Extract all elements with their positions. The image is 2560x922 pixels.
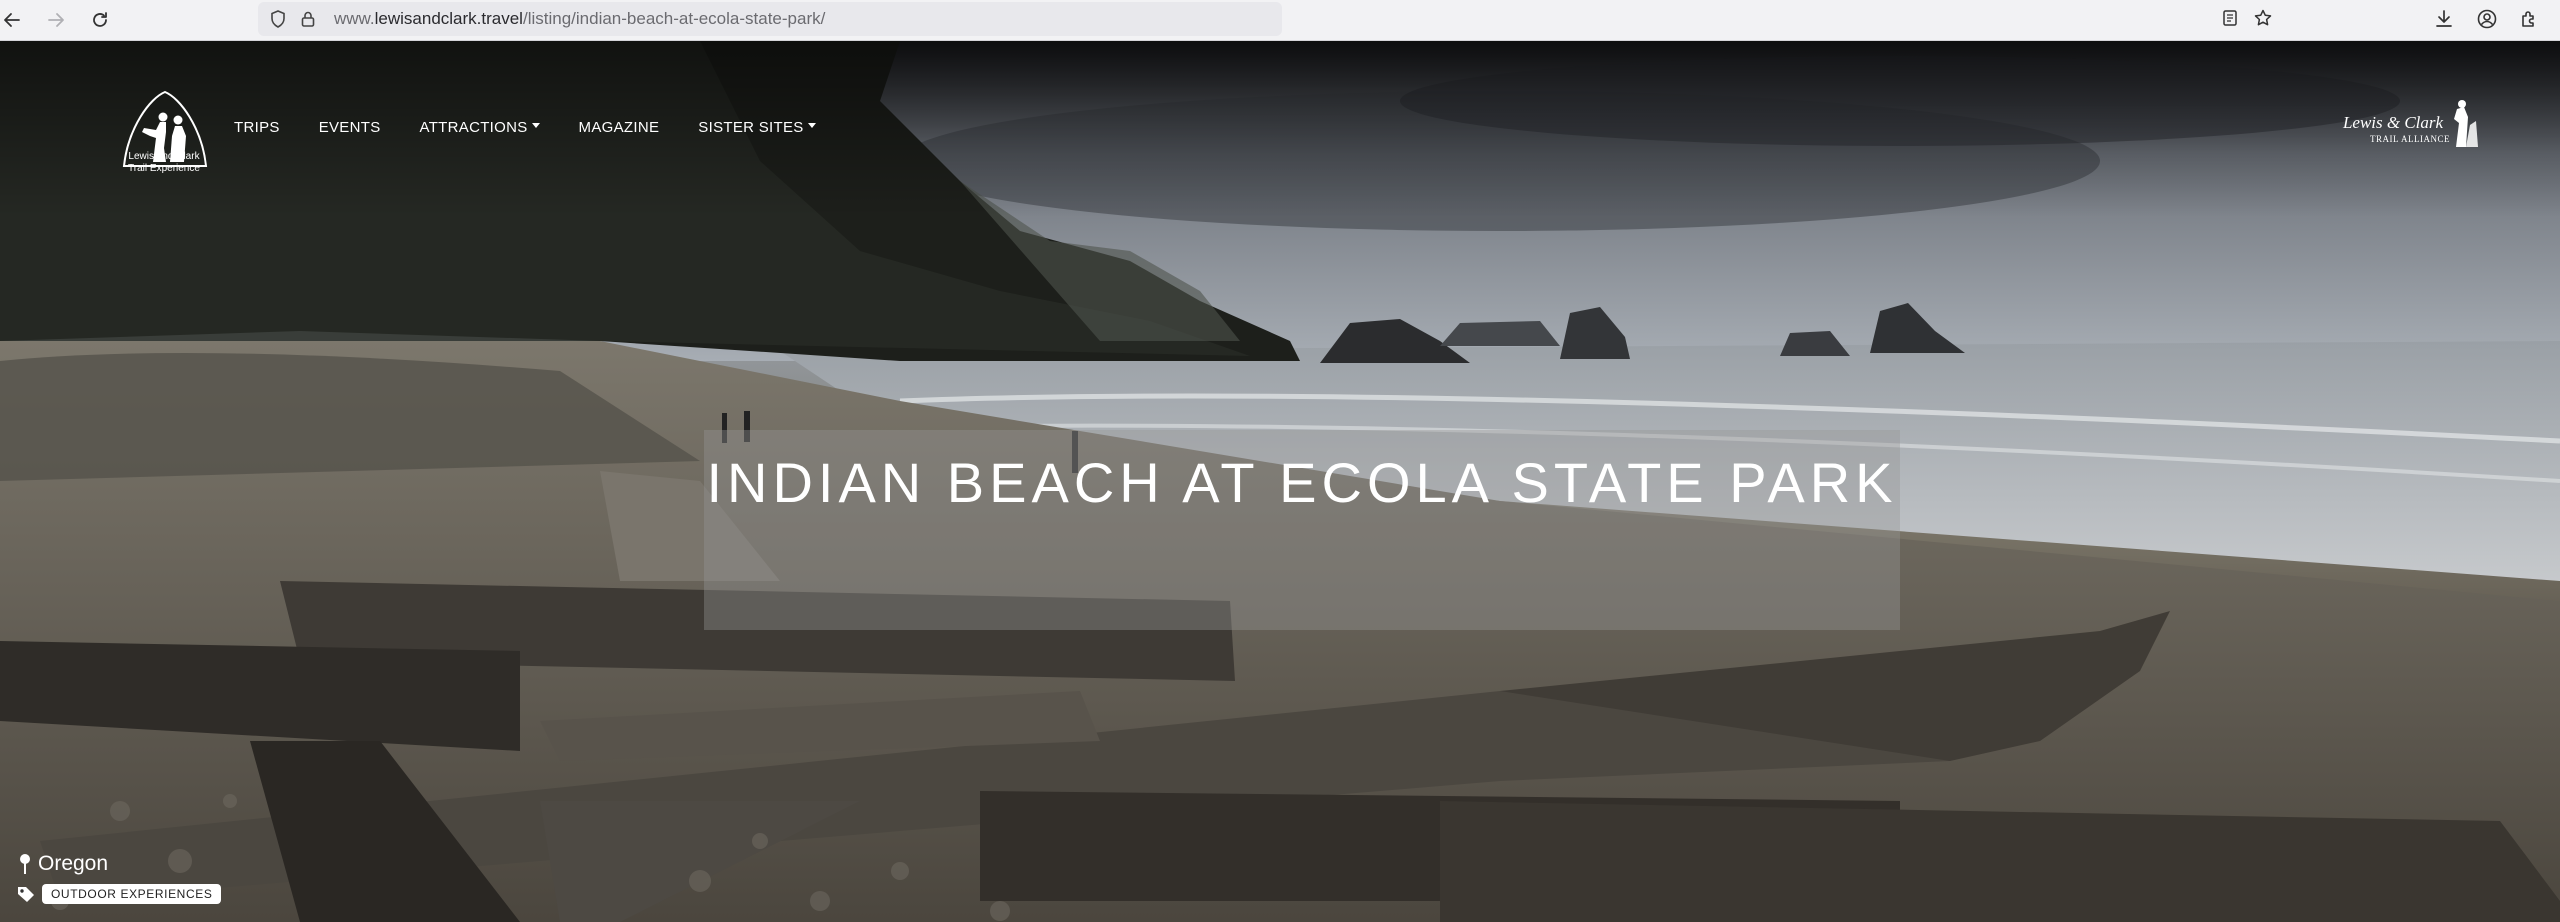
alliance-script-text: Lewis & Clark	[2342, 113, 2444, 132]
lewis-and-clark-trail-experience-logo[interactable]	[120, 73, 210, 213]
arrow-left-icon	[4, 13, 20, 27]
nav-events-label: EVENTS	[318, 118, 381, 136]
star-icon[interactable]	[2253, 8, 2273, 28]
nav-sister-sites[interactable]: SISTER SITES	[698, 118, 816, 136]
url-text[interactable]: www.lewisandclark.travel/listing/indian-…	[334, 2, 825, 36]
map-pin-icon	[20, 854, 30, 874]
account-icon[interactable]	[2476, 8, 2498, 30]
extensions-icon[interactable]	[2518, 8, 2540, 30]
logo-caption: Lewis and Clark Trail Experience	[110, 151, 218, 175]
forward-button[interactable]	[40, 4, 72, 36]
nav-trips[interactable]: TRIPS	[234, 119, 280, 136]
nav-events[interactable]: EVENTS	[319, 119, 381, 136]
nav-sister-sites-label: SISTER SITES	[698, 118, 804, 136]
alliance-subtitle: TRAIL ALLIANCE	[2370, 134, 2450, 144]
download-icon[interactable]	[2433, 8, 2455, 30]
reload-button[interactable]	[84, 4, 116, 36]
listing-title-box: INDIAN BEACH AT ECOLA STATE PARK	[704, 430, 1900, 630]
url-host: lewisandclark.travel	[374, 9, 523, 28]
caret-down-icon	[807, 122, 816, 128]
location-text: Oregon	[38, 852, 109, 875]
browser-toolbar: www.lewisandclark.travel/listing/indian-…	[0, 0, 2560, 41]
nav-magazine[interactable]: MAGAZINE	[579, 119, 660, 136]
hero-banner: Lewis and Clark Trail Experience TRIPS E…	[0, 41, 2560, 922]
nav-trips-label: TRIPS	[234, 118, 280, 136]
listing-location: Oregon	[18, 852, 108, 876]
url-path: /listing/indian-beach-at-ecola-state-par…	[522, 9, 826, 28]
listing-tags: OUTDOOR EXPERIENCES	[16, 884, 222, 904]
back-button[interactable]	[0, 4, 28, 36]
logo-caption-line2: Trail Experience	[128, 163, 200, 174]
nav-attractions-label: ATTRACTIONS	[419, 118, 528, 136]
shield-icon[interactable]	[268, 9, 288, 29]
nav-attractions[interactable]: ATTRACTIONS	[420, 119, 540, 136]
reload-icon	[93, 12, 107, 27]
logo-caption-line1: Lewis and Clark	[128, 151, 200, 162]
lock-icon[interactable]	[298, 9, 318, 29]
tag-icon	[18, 887, 34, 902]
caret-down-icon	[531, 122, 540, 128]
arrow-right-icon	[48, 13, 64, 27]
listing-title: INDIAN BEACH AT ECOLA STATE PARK	[706, 451, 1898, 514]
category-tag[interactable]: OUTDOOR EXPERIENCES	[42, 884, 222, 904]
nav-magazine-label: MAGAZINE	[578, 118, 660, 136]
address-bar[interactable]: www.lewisandclark.travel/listing/indian-…	[258, 2, 1282, 36]
url-prefix: www.	[334, 9, 375, 28]
reader-view-icon[interactable]	[2220, 8, 2240, 28]
main-navigation: TRIPS EVENTS ATTRACTIONS MAGAZINE SISTER…	[234, 115, 855, 139]
